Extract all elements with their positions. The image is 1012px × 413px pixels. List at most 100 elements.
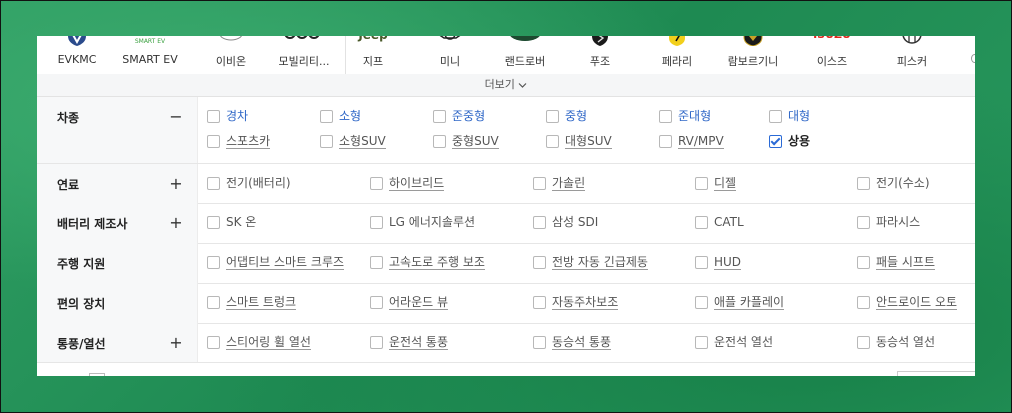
brand-item[interactable]: ISUZU 이스즈 [787, 36, 877, 74]
checkbox[interactable] [659, 109, 672, 123]
checkbox[interactable] [370, 177, 383, 190]
brand-name: 이스즈 [816, 55, 848, 68]
car-search-filter-panel: EVKMCSMART EVSMART EV이비온모빌리티...Jeep지프미니L… [37, 36, 975, 376]
filter-option-label: 동승석 통풍 [552, 335, 612, 350]
checkbox[interactable] [207, 336, 220, 349]
filter-option-label: LG 에너지솔루션 [389, 215, 476, 229]
checkbox[interactable] [433, 109, 446, 123]
checkbox[interactable] [857, 335, 870, 349]
checkbox-checked[interactable] [769, 134, 782, 148]
checkbox[interactable] [769, 109, 782, 123]
expand-icon[interactable]: + [169, 176, 183, 192]
filter-option-label: 소형 [339, 109, 362, 123]
filter-option[interactable]: 가솔린 [533, 176, 586, 191]
brand-item[interactable]: 람보르기니 [708, 36, 798, 74]
more-button[interactable]: 더보기 [485, 78, 528, 91]
filter-option-label: CATL [714, 215, 744, 229]
checkbox[interactable] [857, 296, 870, 309]
filter-option-label: 스포츠카 [226, 134, 271, 149]
checkbox[interactable] [370, 296, 383, 309]
checkbox[interactable] [533, 215, 546, 229]
checkbox[interactable] [320, 135, 333, 148]
brand-item[interactable]: 피스커 [867, 36, 957, 74]
filter-option[interactable]: 대형SUV [546, 134, 612, 149]
expand-icon[interactable]: + [169, 215, 183, 231]
footer-button[interactable] [897, 371, 975, 376]
checkbox[interactable] [695, 215, 708, 229]
filter-option[interactable]: 애플 카플레이 [695, 295, 785, 310]
checkbox[interactable] [207, 296, 220, 309]
checkbox[interactable] [659, 135, 672, 148]
collapse-icon[interactable]: − [169, 109, 183, 125]
filter-option[interactable]: RV/MPV [659, 134, 724, 149]
filter-option-label: SK 온 [226, 215, 257, 229]
checkbox[interactable] [433, 135, 446, 148]
filter-option[interactable]: 파라시스 [857, 215, 920, 229]
filter-option[interactable]: 소형 [320, 109, 361, 123]
filter-option[interactable]: 준중형 [433, 109, 485, 123]
filter-option[interactable]: 하이브리드 [370, 176, 445, 191]
checkbox[interactable] [370, 215, 383, 229]
filter-row: 통풍/열선 + 스티어링 휠 열선 운전석 통풍 동승석 통풍 운전석 열선 동승석 열선 [37, 323, 975, 363]
checkbox[interactable] [695, 335, 708, 349]
filter-option-label: 중형 [565, 109, 588, 123]
filter-option[interactable]: 전방 자동 긴급제동 [533, 255, 648, 270]
filter-option[interactable]: 안드로이드 오토 [857, 295, 958, 310]
filter-option[interactable]: 전기(배터리) [207, 176, 291, 190]
checkbox[interactable] [207, 215, 220, 229]
checkbox[interactable] [695, 256, 708, 269]
checkbox[interactable] [533, 336, 546, 349]
checkbox[interactable] [207, 135, 220, 148]
filter-option[interactable]: 동승석 열선 [857, 335, 935, 349]
filter-option-label: 운전석 통풍 [389, 335, 449, 350]
filter-title: 통풍/열선 [57, 337, 106, 351]
brand-item[interactable]: SMART EV SMART EV [105, 36, 195, 74]
filter-option[interactable]: 운전석 열선 [695, 335, 773, 349]
filter-option[interactable]: SK 온 [207, 215, 256, 229]
filter-option[interactable]: 소형SUV [320, 134, 386, 149]
checkbox[interactable] [695, 296, 708, 309]
expand-icon[interactable]: + [169, 335, 183, 351]
checkbox[interactable] [546, 109, 559, 123]
filter-option[interactable]: 자동주차보조 [533, 295, 619, 310]
filter-option[interactable]: 디젤 [695, 176, 737, 191]
filter-option[interactable]: 스포츠카 [207, 134, 271, 149]
filter-option[interactable]: 동승석 통풍 [533, 335, 612, 350]
filter-option[interactable]: 고속도로 주행 보조 [370, 255, 485, 270]
checkbox[interactable] [370, 336, 383, 349]
filter-option[interactable]: 대형 [769, 109, 810, 123]
filter-option[interactable]: 준대형 [659, 109, 711, 123]
filter-option-label: 안드로이드 오토 [876, 295, 958, 310]
filter-option[interactable]: 운전석 통풍 [370, 335, 449, 350]
filter-option[interactable]: 삼성 SDI [533, 215, 598, 229]
checkbox[interactable] [546, 135, 559, 148]
checkbox[interactable] [207, 109, 220, 123]
checkbox[interactable] [370, 256, 383, 269]
checkbox[interactable] [857, 256, 870, 269]
filter-option[interactable]: 경차 [207, 109, 248, 123]
checkbox[interactable] [533, 256, 546, 269]
filter-option[interactable]: 어라운드 뷰 [370, 295, 449, 310]
filter-option[interactable]: 패들 시프트 [857, 255, 936, 270]
checkbox[interactable] [857, 215, 870, 229]
filter-option[interactable]: 스마트 트렁크 [207, 295, 297, 310]
filter-option[interactable]: HUD [695, 255, 742, 270]
checkbox[interactable] [207, 256, 220, 269]
filter-option[interactable]: LG 에너지솔루션 [370, 215, 475, 229]
checkbox[interactable] [695, 177, 708, 190]
checkbox[interactable] [320, 109, 333, 123]
brand-item-partial[interactable] [957, 36, 975, 74]
filter-option[interactable]: 중형 [546, 109, 587, 123]
partial-logo [971, 54, 975, 63]
checkbox[interactable] [857, 176, 870, 190]
checkbox[interactable] [207, 176, 220, 190]
checkbox[interactable] [533, 296, 546, 309]
filter-option[interactable]: CATL [695, 215, 744, 229]
filter-option[interactable]: 스티어링 휠 열선 [207, 335, 311, 350]
checkbox[interactable] [533, 177, 546, 190]
filter-option[interactable]: 상용 [769, 134, 810, 148]
footer-checkbox[interactable] [89, 373, 105, 376]
filter-option[interactable]: 중형SUV [433, 134, 499, 149]
filter-option[interactable]: 어댑티브 스마트 크루즈 [207, 255, 345, 270]
filter-option[interactable]: 전기(수소) [857, 176, 930, 190]
